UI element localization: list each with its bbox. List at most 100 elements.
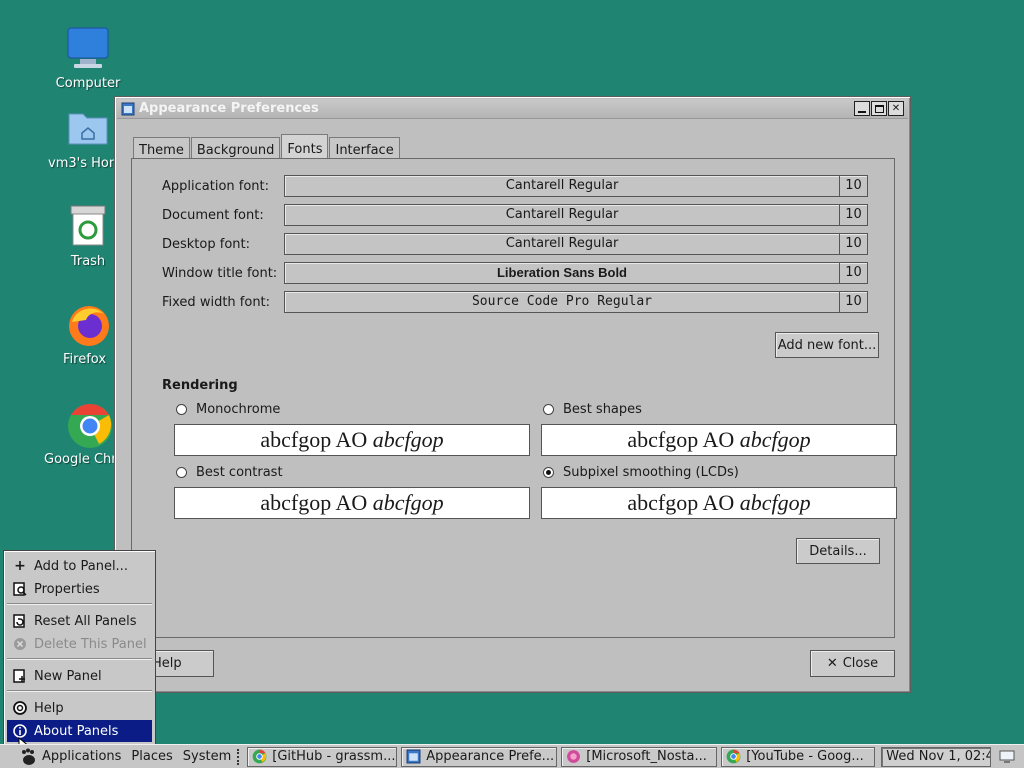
menu-item-label: Help bbox=[34, 700, 64, 716]
font-row-label: Fixed width font: bbox=[162, 294, 271, 310]
radio-label: Subpixel smoothing (LCDs) bbox=[563, 465, 739, 480]
menu-separator bbox=[7, 658, 152, 660]
font-row-label: Document font: bbox=[162, 207, 264, 223]
menu-item-label: Add to Panel... bbox=[34, 558, 128, 574]
menu-item-help[interactable]: Help bbox=[7, 697, 152, 719]
fonts-tab-panel: Application font: Cantarell Regular 10 D… bbox=[131, 158, 897, 638]
chrome-icon bbox=[726, 749, 741, 764]
network-icon[interactable] bbox=[999, 749, 1015, 765]
preview-subpixel-smoothing: abcfgop AO abcfgop bbox=[541, 487, 897, 519]
help-button-label: Help bbox=[152, 656, 182, 671]
task-button-github[interactable]: [GitHub - grassm... bbox=[247, 746, 398, 767]
rendering-heading: Rendering bbox=[162, 378, 238, 393]
radio-monochrome[interactable]: Monochrome bbox=[176, 402, 280, 417]
font-row-document: Document font: bbox=[162, 204, 284, 226]
desktop-icon-computer[interactable]: Computer bbox=[33, 26, 143, 91]
preview-italic-text: abcfgop bbox=[372, 490, 444, 515]
radio-best-contrast[interactable]: Best contrast bbox=[176, 465, 283, 480]
application-font-button[interactable]: Cantarell Regular 10 bbox=[284, 175, 868, 197]
menu-item-new-panel[interactable]: New Panel bbox=[7, 665, 152, 687]
font-size: 10 bbox=[839, 234, 867, 254]
close-icon: ✕ bbox=[891, 102, 901, 114]
menu-item-label: Reset All Panels bbox=[34, 613, 137, 629]
plus-icon: + bbox=[14, 558, 26, 574]
menu-item-label: About Panels bbox=[34, 723, 119, 739]
menu-item-properties[interactable]: Properties bbox=[7, 578, 152, 600]
font-name: Cantarell Regular bbox=[505, 178, 619, 193]
font-row-label: Desktop font: bbox=[162, 236, 250, 252]
minimize-icon bbox=[858, 111, 866, 113]
help-icon bbox=[12, 700, 28, 716]
window-title-font-button[interactable]: Liberation Sans Bold 10 bbox=[284, 262, 868, 284]
font-row-window-title: Window title font: bbox=[162, 262, 284, 284]
radio-button[interactable] bbox=[176, 467, 187, 478]
radio-button-selected[interactable] bbox=[543, 467, 554, 478]
font-row-label: Window title font: bbox=[162, 265, 278, 281]
window-titlebar[interactable]: Appearance Preferences ✕ bbox=[117, 99, 908, 119]
add-new-font-button[interactable]: Add new font... bbox=[775, 332, 879, 358]
desktop-icon-label: Firefox bbox=[63, 352, 107, 367]
radio-best-shapes[interactable]: Best shapes bbox=[543, 402, 642, 417]
places-menu[interactable]: Places bbox=[131, 749, 172, 764]
desktop-icon-label: Computer bbox=[55, 76, 121, 91]
preview-best-contrast: abcfgop AO abcfgop bbox=[174, 487, 530, 519]
maximize-button[interactable] bbox=[871, 101, 887, 116]
task-button-microsoft-nostalgia[interactable]: [Microsoft_Nosta... bbox=[561, 746, 718, 767]
task-label: [YouTube - Goog... bbox=[746, 749, 864, 764]
preview-text: abcfgop AO bbox=[627, 427, 735, 452]
firefox-icon bbox=[66, 302, 110, 346]
close-window-button[interactable]: ✕ bbox=[888, 101, 904, 116]
preview-text: abcfgop AO bbox=[260, 427, 368, 452]
close-button[interactable]: ✕ Close bbox=[810, 650, 895, 677]
preview-monochrome: abcfgop AO abcfgop bbox=[174, 424, 530, 456]
menu-item-label: Delete This Panel bbox=[34, 636, 147, 652]
preview-italic-text: abcfgop bbox=[372, 427, 444, 452]
task-label: [GitHub - grassm... bbox=[272, 749, 396, 764]
radio-button[interactable] bbox=[543, 404, 554, 415]
chrome-icon bbox=[66, 402, 112, 448]
trash-icon bbox=[66, 204, 110, 248]
radio-label: Best contrast bbox=[196, 465, 283, 480]
home-folder-icon bbox=[66, 106, 110, 150]
taskbar: Applications Places System [GitHub - gra… bbox=[0, 744, 1024, 768]
radio-button[interactable] bbox=[176, 404, 187, 415]
menu-separator bbox=[7, 690, 152, 692]
window-title: Appearance Preferences bbox=[139, 101, 319, 116]
task-button-appearance-preferences[interactable]: Appearance Prefe... bbox=[401, 746, 558, 767]
radio-label: Monochrome bbox=[196, 402, 281, 417]
menu-item-label: Properties bbox=[34, 581, 100, 597]
font-name: Cantarell Regular bbox=[505, 236, 619, 251]
fixed-width-font-button[interactable]: Source Code Pro Regular 10 bbox=[284, 291, 868, 313]
panel-context-menu: + Add to Panel... Properties Reset All P… bbox=[3, 550, 156, 745]
radio-label: Best shapes bbox=[563, 402, 642, 417]
preview-italic-text: abcfgop bbox=[739, 427, 811, 452]
document-font-button[interactable]: Cantarell Regular 10 bbox=[284, 204, 868, 226]
menu-item-label: New Panel bbox=[34, 668, 102, 684]
appearance-preferences-window: Appearance Preferences ✕ Theme Backgroun… bbox=[114, 96, 911, 693]
font-size: 10 bbox=[839, 292, 867, 312]
applications-menu[interactable]: Applications bbox=[42, 749, 121, 764]
menu-separator bbox=[7, 603, 152, 605]
minimize-button[interactable] bbox=[854, 101, 870, 116]
close-button-label: Close bbox=[842, 656, 879, 671]
menu-item-reset-all-panels[interactable]: Reset All Panels bbox=[7, 610, 152, 632]
font-name: Source Code Pro Regular bbox=[471, 294, 652, 309]
panel-handle[interactable] bbox=[237, 748, 241, 765]
details-button[interactable]: Details... bbox=[796, 538, 880, 564]
menu-item-add-to-panel[interactable]: + Add to Panel... bbox=[7, 555, 152, 577]
task-label: Appearance Prefe... bbox=[426, 749, 555, 764]
preview-text: abcfgop AO bbox=[627, 490, 735, 515]
font-size: 10 bbox=[839, 205, 867, 225]
clock[interactable]: Wed Nov 1, 02:41 bbox=[881, 746, 992, 767]
desktop-font-button[interactable]: Cantarell Regular 10 bbox=[284, 233, 868, 255]
font-row-fixed-width: Fixed width font: bbox=[162, 291, 284, 313]
radio-subpixel-smoothing[interactable]: Subpixel smoothing (LCDs) bbox=[543, 465, 739, 480]
reset-icon bbox=[12, 613, 28, 629]
system-menu[interactable]: System bbox=[183, 749, 231, 764]
preview-text: abcfgop AO bbox=[260, 490, 368, 515]
preferences-icon bbox=[406, 749, 421, 764]
app-icon bbox=[566, 749, 581, 764]
gnome-foot-icon[interactable] bbox=[18, 747, 38, 767]
window-app-icon bbox=[121, 102, 135, 115]
task-button-youtube[interactable]: [YouTube - Goog... bbox=[721, 746, 876, 767]
